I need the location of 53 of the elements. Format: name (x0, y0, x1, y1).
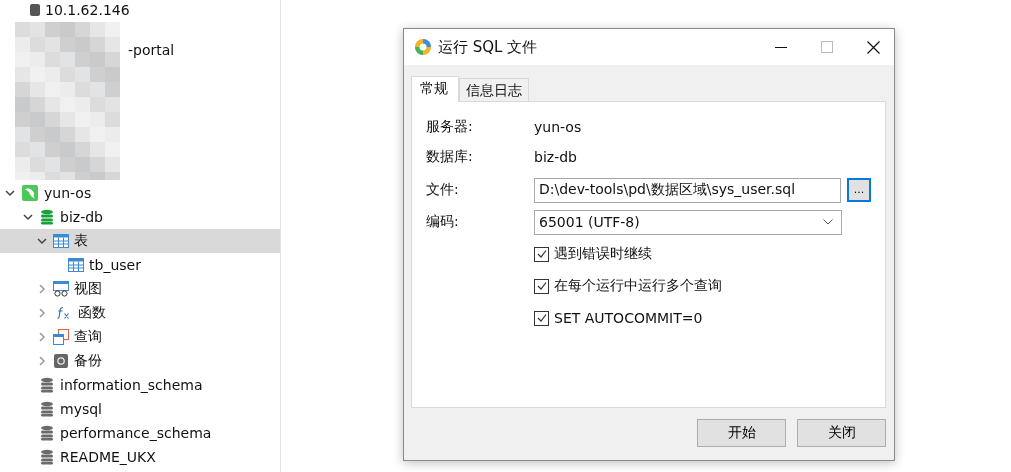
dialog-button[interactable]: 开始 (697, 419, 786, 447)
field-label: 文件: (426, 181, 460, 199)
tree-item[interactable]: 函数 (0, 301, 280, 325)
field-label: 服务器: (426, 118, 474, 136)
caret-icon (823, 219, 833, 225)
tree-label[interactable]: 查询 (74, 328, 102, 346)
checkbox-label[interactable]: 在每个运行中运行多个查询 (554, 277, 722, 295)
close-icon[interactable] (867, 40, 880, 54)
tree-label[interactable]: mysql (60, 401, 102, 417)
backup-icon (53, 353, 69, 369)
query-icon (53, 329, 69, 345)
dialog-button[interactable]: 关闭 (797, 419, 886, 447)
tree-label[interactable]: biz-db (60, 209, 103, 225)
tree-label[interactable]: 备份 (74, 352, 102, 370)
server-icon (30, 4, 40, 16)
app-logo-icon (414, 38, 432, 56)
chevron-icon[interactable] (22, 211, 34, 223)
checkbox[interactable] (534, 278, 549, 294)
tree-label[interactable]: information_schema (60, 377, 203, 393)
chevron-icon[interactable] (4, 187, 16, 199)
field-label: 编码: (426, 213, 460, 231)
chevron-icon[interactable] (36, 235, 48, 247)
tree-label[interactable]: tb_user (89, 257, 141, 273)
window-title: 运行 SQL 文件 (438, 37, 539, 57)
checkbox[interactable] (534, 246, 549, 262)
tree-item[interactable]: 表 (0, 229, 280, 253)
tree-label[interactable]: yun-os (44, 185, 92, 201)
tab[interactable]: 信息日志 (459, 78, 529, 101)
dolphin-icon (21, 184, 39, 202)
tree-item[interactable]: 视图 (0, 277, 280, 301)
file-path-field[interactable]: D:\dev-tools\pd\数据区域\sys_user.sql (534, 177, 842, 203)
checkbox-label[interactable]: SET AUTOCOMMIT=0 (554, 310, 703, 326)
tab[interactable]: 常规 (411, 76, 459, 102)
field-value: yun-os (534, 119, 582, 135)
checkbox-label[interactable]: 遇到错误时继续 (554, 245, 652, 263)
glasses-table-icon (53, 281, 69, 297)
tree-label[interactable]: 函数 (78, 304, 106, 322)
tree-label[interactable]: 表 (74, 232, 88, 250)
table-icon (68, 257, 84, 273)
field-value: biz-db (534, 149, 577, 165)
function-icon (55, 305, 71, 321)
tree-label[interactable]: -portal (128, 42, 175, 58)
checkbox[interactable] (534, 310, 549, 326)
tree-label[interactable]: README_UKX (60, 449, 156, 465)
tree-label[interactable]: 视图 (74, 280, 102, 298)
tree-item[interactable]: 备份 (0, 349, 280, 373)
tree-label[interactable]: performance_schema (60, 425, 212, 441)
field-label: 数据库: (426, 148, 474, 166)
tree-item[interactable]: 查询 (0, 325, 280, 349)
table-icon (53, 233, 69, 249)
browse-button[interactable]: ... (847, 178, 871, 202)
encoding-dropdown[interactable]: 65001 (UTF-8) (534, 209, 842, 235)
tree-label[interactable]: 10.1.62.146 (45, 2, 130, 18)
